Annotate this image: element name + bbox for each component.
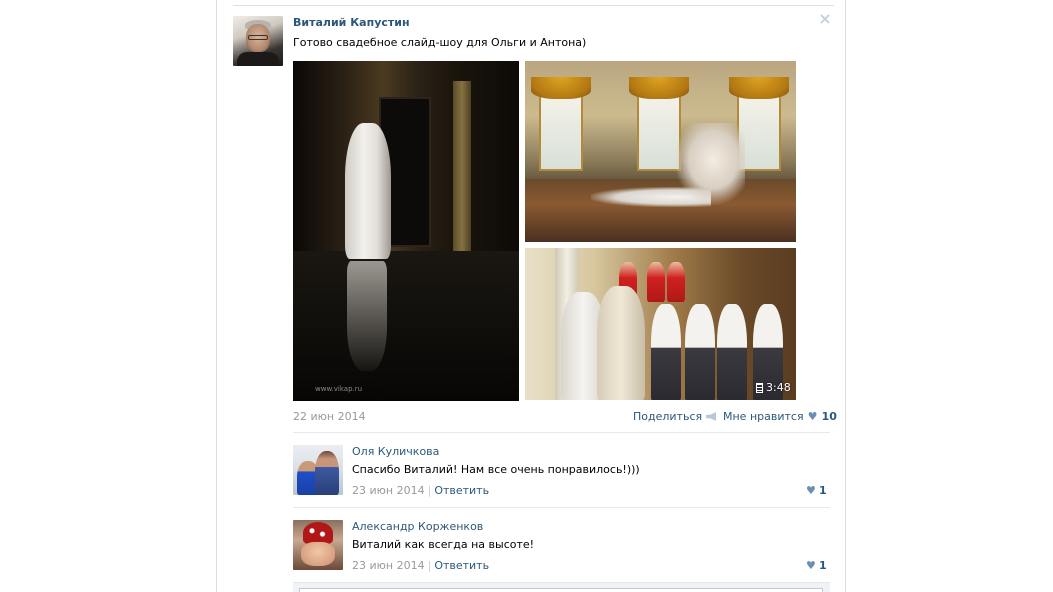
meta-separator: | (427, 484, 432, 497)
page: Виталий Капустин × Готово свадебное слай… (0, 0, 1053, 592)
meta-separator: | (427, 559, 432, 572)
post-author-name[interactable]: Виталий Капустин (293, 16, 410, 29)
video-duration-badge[interactable]: 3:48 (754, 381, 793, 395)
like-count: 10 (821, 410, 837, 423)
video-duration: 3:48 (766, 381, 791, 394)
post-text: Готово свадебное слайд-шоу для Ольги и А… (293, 36, 587, 49)
photo-groom (597, 286, 645, 400)
reply-link[interactable]: Ответить (434, 559, 489, 572)
reply-box (293, 582, 830, 592)
comment-divider (293, 507, 830, 508)
close-icon[interactable]: × (818, 11, 832, 27)
post-photo-hallway[interactable]: www.vikap.ru (293, 61, 519, 401)
photo-guest (651, 304, 681, 400)
reply-link[interactable]: Ответить (434, 484, 489, 497)
photo-wall-light (453, 81, 471, 261)
post-date[interactable]: 22 июн 2014 (293, 410, 366, 423)
reply-input[interactable] (299, 588, 823, 592)
comment-like-button[interactable]: ♥ 1 (806, 559, 827, 572)
comment-author[interactable]: Александр Корженков (352, 520, 483, 533)
photo-guest (717, 304, 747, 400)
top-divider (233, 5, 834, 6)
comments-divider (293, 432, 830, 433)
heart-icon: ♥ (806, 559, 816, 572)
photo-watermark: www.vikap.ru (315, 385, 363, 393)
photo-curtain (531, 77, 591, 99)
photo-window (539, 89, 583, 171)
like-button[interactable]: Мне нравится ♥ 10 (723, 410, 837, 423)
heart-icon: ♥ (807, 410, 818, 423)
comment-author[interactable]: Оля Куличкова (352, 445, 439, 458)
share-label: Поделиться (633, 410, 703, 423)
comment-like-button[interactable]: ♥ 1 (806, 484, 827, 497)
avatar-baby (301, 542, 335, 566)
photo-curtain (629, 77, 689, 99)
avatar-hat (303, 522, 333, 544)
comment-date[interactable]: 23 июн 2014 (352, 559, 425, 572)
megaphone-icon (706, 412, 717, 421)
heart-icon: ♥ (806, 484, 816, 497)
comment-meta: 23 июн 2014 | Ответить (352, 559, 489, 572)
comment-date[interactable]: 23 июн 2014 (352, 484, 425, 497)
photo-guest (685, 304, 715, 400)
author-avatar[interactable] (233, 16, 283, 66)
comment-like-count: 1 (819, 559, 827, 572)
avatar-suit (237, 52, 279, 66)
photo-guest (647, 262, 665, 302)
avatar-glasses (248, 35, 268, 40)
photo-guest (667, 262, 685, 302)
share-button[interactable]: Поделиться (633, 410, 717, 423)
comment-text: Виталий как всегда на высоте! (352, 538, 535, 551)
comment-meta: 23 июн 2014 | Ответить (352, 484, 489, 497)
photo-reflection (347, 261, 387, 371)
photo-couple (675, 123, 745, 205)
film-icon (756, 383, 763, 393)
photo-floor (293, 251, 519, 401)
comment-avatar[interactable] (293, 445, 343, 495)
like-label: Мне нравится (723, 410, 804, 423)
comment-like-count: 1 (819, 484, 827, 497)
comment-text: Спасибо Виталий! Нам все очень понравило… (352, 463, 640, 476)
photo-curtain (729, 77, 789, 99)
post-photo-hall[interactable] (525, 61, 796, 242)
comment-avatar[interactable] (293, 520, 343, 570)
photo-bride-figure (345, 123, 391, 259)
post-video-thumbnail[interactable] (525, 248, 796, 400)
avatar-person (315, 451, 339, 495)
